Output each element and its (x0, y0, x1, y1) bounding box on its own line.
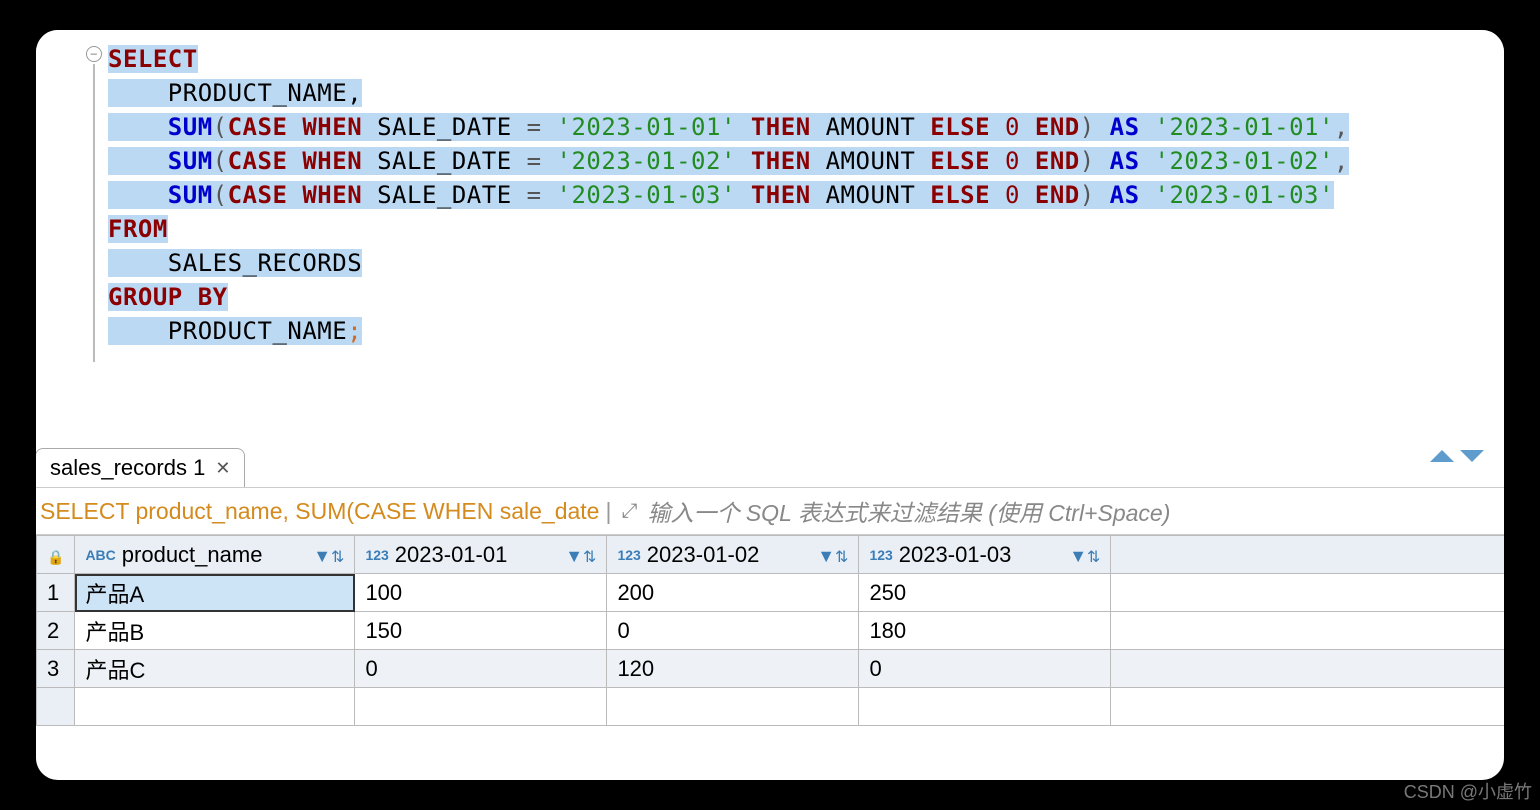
row-number[interactable]: 1 (37, 574, 75, 612)
sql-line[interactable]: SELECT (108, 42, 1504, 76)
arrow-up-icon[interactable] (1430, 450, 1454, 462)
column-header-2023-01-03[interactable]: 123 2023-01-03 ▼⇅ (859, 536, 1111, 574)
cell[interactable]: 产品A (75, 574, 355, 612)
sql-line[interactable]: SUM(CASE WHEN SALE_DATE = '2023-01-01' T… (108, 110, 1504, 144)
app-window: − SELECT PRODUCT_NAME, SUM(CASE WHEN SAL… (36, 30, 1504, 780)
filter-icon[interactable]: ▼ (817, 546, 835, 566)
filter-icon[interactable]: ▼ (313, 546, 331, 566)
row-number[interactable]: 3 (37, 650, 75, 688)
results-grid: 🔒ABCproduct_name▼⇅1232023-01-01▼⇅1232023… (36, 535, 1504, 726)
column-header-product_name[interactable]: ABC product_name ▼⇅ (75, 536, 355, 574)
sql-line[interactable]: GROUP BY (108, 280, 1504, 314)
fold-gutter[interactable]: − (86, 46, 104, 64)
sort-icon[interactable]: ⇅ (1087, 549, 1100, 566)
close-icon[interactable]: ✕ (215, 458, 230, 479)
expand-icon[interactable]: ⤢ (617, 500, 641, 523)
cell-spacer (1111, 574, 1504, 612)
cell[interactable]: 250 (859, 574, 1111, 612)
filter-icon[interactable]: ▼ (1069, 546, 1087, 566)
sql-line[interactable]: PRODUCT_NAME; (108, 314, 1504, 348)
table-row[interactable]: 3产品C01200 (37, 650, 1505, 688)
number-type-icon: 123 (365, 547, 388, 563)
collapse-icon[interactable]: − (86, 46, 102, 62)
results-query-bar: SELECT product_name, SUM(CASE WHEN sale_… (36, 488, 1504, 535)
column-header-2023-01-02[interactable]: 123 2023-01-02 ▼⇅ (607, 536, 859, 574)
sort-icon[interactable]: ⇅ (331, 549, 344, 566)
fold-guide-line (93, 64, 95, 362)
number-type-icon: 123 (617, 547, 640, 563)
arrow-down-icon[interactable] (1460, 450, 1484, 462)
table-row[interactable]: 2产品B1500180 (37, 612, 1505, 650)
table-row[interactable]: 1产品A100200250 (37, 574, 1505, 612)
results-tabs-bar: sales_records 1 ✕ (36, 444, 1504, 488)
sql-line[interactable]: FROM (108, 212, 1504, 246)
sort-icon[interactable]: ⇅ (835, 549, 848, 566)
tab-sales-records[interactable]: sales_records 1 ✕ (36, 448, 245, 487)
panel-splitter-arrows[interactable] (1430, 450, 1484, 462)
cell-spacer (1111, 612, 1504, 650)
sql-line[interactable]: PRODUCT_NAME, (108, 76, 1504, 110)
text-cursor: | (605, 498, 611, 525)
cell[interactable]: 0 (859, 650, 1111, 688)
cell[interactable]: 200 (607, 574, 859, 612)
cell[interactable]: 120 (607, 650, 859, 688)
watermark: CSDN @小虚竹 (1404, 778, 1532, 804)
number-type-icon: 123 (869, 547, 892, 563)
tab-label: sales_records 1 (50, 455, 205, 481)
column-header-2023-01-01[interactable]: 123 2023-01-01 ▼⇅ (355, 536, 607, 574)
cell-spacer (1111, 650, 1504, 688)
empty-row (37, 688, 1505, 726)
column-name: product_name (122, 542, 263, 568)
cell[interactable]: 150 (355, 612, 607, 650)
lock-icon: 🔒 (47, 549, 64, 565)
cell[interactable]: 100 (355, 574, 607, 612)
filter-icon[interactable]: ▼ (565, 546, 583, 566)
row-number-header[interactable]: 🔒 (37, 536, 75, 574)
sql-editor[interactable]: − SELECT PRODUCT_NAME, SUM(CASE WHEN SAL… (36, 30, 1504, 444)
sql-line[interactable]: SUM(CASE WHEN SALE_DATE = '2023-01-02' T… (108, 144, 1504, 178)
column-name: 2023-01-02 (647, 542, 760, 568)
sql-line[interactable]: SUM(CASE WHEN SALE_DATE = '2023-01-03' T… (108, 178, 1504, 212)
sort-icon[interactable]: ⇅ (583, 549, 596, 566)
cell[interactable]: 180 (859, 612, 1111, 650)
cell[interactable]: 0 (607, 612, 859, 650)
results-grid-scroller[interactable]: 🔒ABCproduct_name▼⇅1232023-01-01▼⇅1232023… (36, 535, 1504, 726)
column-name: 2023-01-01 (395, 542, 508, 568)
cell[interactable]: 产品B (75, 612, 355, 650)
filter-sql-input[interactable]: 输入一个 SQL 表达式来过滤结果 (使用 Ctrl+Space) (647, 494, 1500, 528)
sql-line[interactable]: SALES_RECORDS (108, 246, 1504, 280)
cell[interactable]: 0 (355, 650, 607, 688)
row-number[interactable]: 2 (37, 612, 75, 650)
text-type-icon: ABC (85, 547, 115, 563)
column-name: 2023-01-03 (899, 542, 1012, 568)
executed-query-text: SELECT product_name, SUM(CASE WHEN sale_… (40, 498, 599, 525)
column-spacer (1111, 536, 1504, 574)
cell[interactable]: 产品C (75, 650, 355, 688)
